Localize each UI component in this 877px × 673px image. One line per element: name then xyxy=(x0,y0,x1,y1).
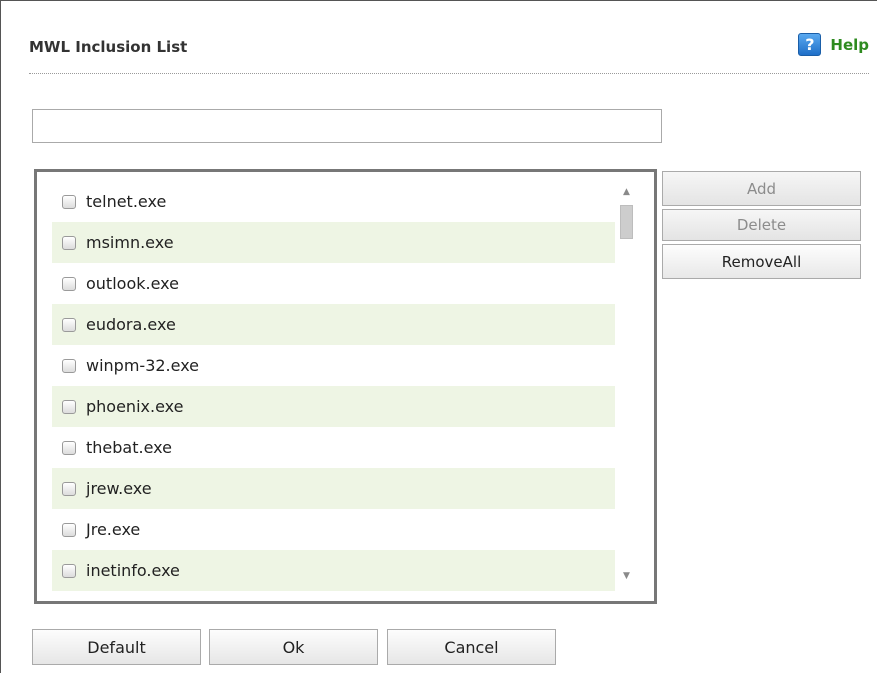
dialog-header: MWL Inclusion List ? Help xyxy=(29,23,869,74)
list-item[interactable]: Jre.exe xyxy=(52,509,615,550)
list-item[interactable]: outlook.exe xyxy=(52,263,615,304)
list-item[interactable]: thebat.exe xyxy=(52,427,615,468)
item-label: msimn.exe xyxy=(86,233,174,252)
process-name-input[interactable] xyxy=(32,109,662,143)
delete-button[interactable]: Delete xyxy=(662,209,861,241)
item-checkbox[interactable] xyxy=(62,235,76,250)
item-checkbox[interactable] xyxy=(62,481,76,496)
help-label[interactable]: Help xyxy=(830,36,869,54)
remove-all-button[interactable]: RemoveAll xyxy=(662,244,861,279)
add-button[interactable]: Add xyxy=(662,171,861,206)
page-title: MWL Inclusion List xyxy=(29,38,188,56)
item-checkbox[interactable] xyxy=(62,440,76,455)
item-label: thebat.exe xyxy=(86,438,172,457)
item-label: phoenix.exe xyxy=(86,397,184,416)
list-item[interactable]: winpm-32.exe xyxy=(52,345,615,386)
mwl-inclusion-dialog: MWL Inclusion List ? Help telnet.exe msi… xyxy=(0,0,877,673)
list-item[interactable]: eudora.exe xyxy=(52,304,615,345)
item-checkbox[interactable] xyxy=(62,358,76,373)
list-scrollbar[interactable]: ▲ ▼ xyxy=(615,181,638,589)
scrollbar-thumb[interactable] xyxy=(620,205,633,239)
item-label: winpm-32.exe xyxy=(86,356,200,375)
inclusion-list-items: telnet.exe msimn.exe outlook.exe eudora.… xyxy=(52,181,615,591)
item-checkbox[interactable] xyxy=(62,194,76,209)
list-item[interactable]: telnet.exe xyxy=(52,181,615,222)
list-item[interactable]: phoenix.exe xyxy=(52,386,615,427)
item-checkbox[interactable] xyxy=(62,317,76,332)
list-item[interactable]: jrew.exe xyxy=(52,468,615,509)
scroll-down-arrow-icon[interactable]: ▼ xyxy=(615,567,638,585)
item-label: telnet.exe xyxy=(86,192,167,211)
item-label: jrew.exe xyxy=(86,479,152,498)
item-label: eudora.exe xyxy=(86,315,176,334)
default-button[interactable]: Default xyxy=(32,629,201,665)
scroll-up-arrow-icon[interactable]: ▲ xyxy=(615,183,638,201)
item-checkbox[interactable] xyxy=(62,522,76,537)
cancel-button[interactable]: Cancel xyxy=(387,629,556,665)
ok-button[interactable]: Ok xyxy=(209,629,378,665)
inclusion-list: telnet.exe msimn.exe outlook.exe eudora.… xyxy=(34,169,657,604)
item-checkbox[interactable] xyxy=(62,276,76,291)
item-label: inetinfo.exe xyxy=(86,561,180,580)
item-label: Jre.exe xyxy=(86,520,141,539)
help-link[interactable]: ? Help xyxy=(798,33,869,56)
item-checkbox[interactable] xyxy=(62,563,76,578)
help-icon[interactable]: ? xyxy=(798,33,822,56)
list-item[interactable]: inetinfo.exe xyxy=(52,550,615,591)
list-item[interactable]: msimn.exe xyxy=(52,222,615,263)
item-checkbox[interactable] xyxy=(62,399,76,414)
item-label: outlook.exe xyxy=(86,274,179,293)
